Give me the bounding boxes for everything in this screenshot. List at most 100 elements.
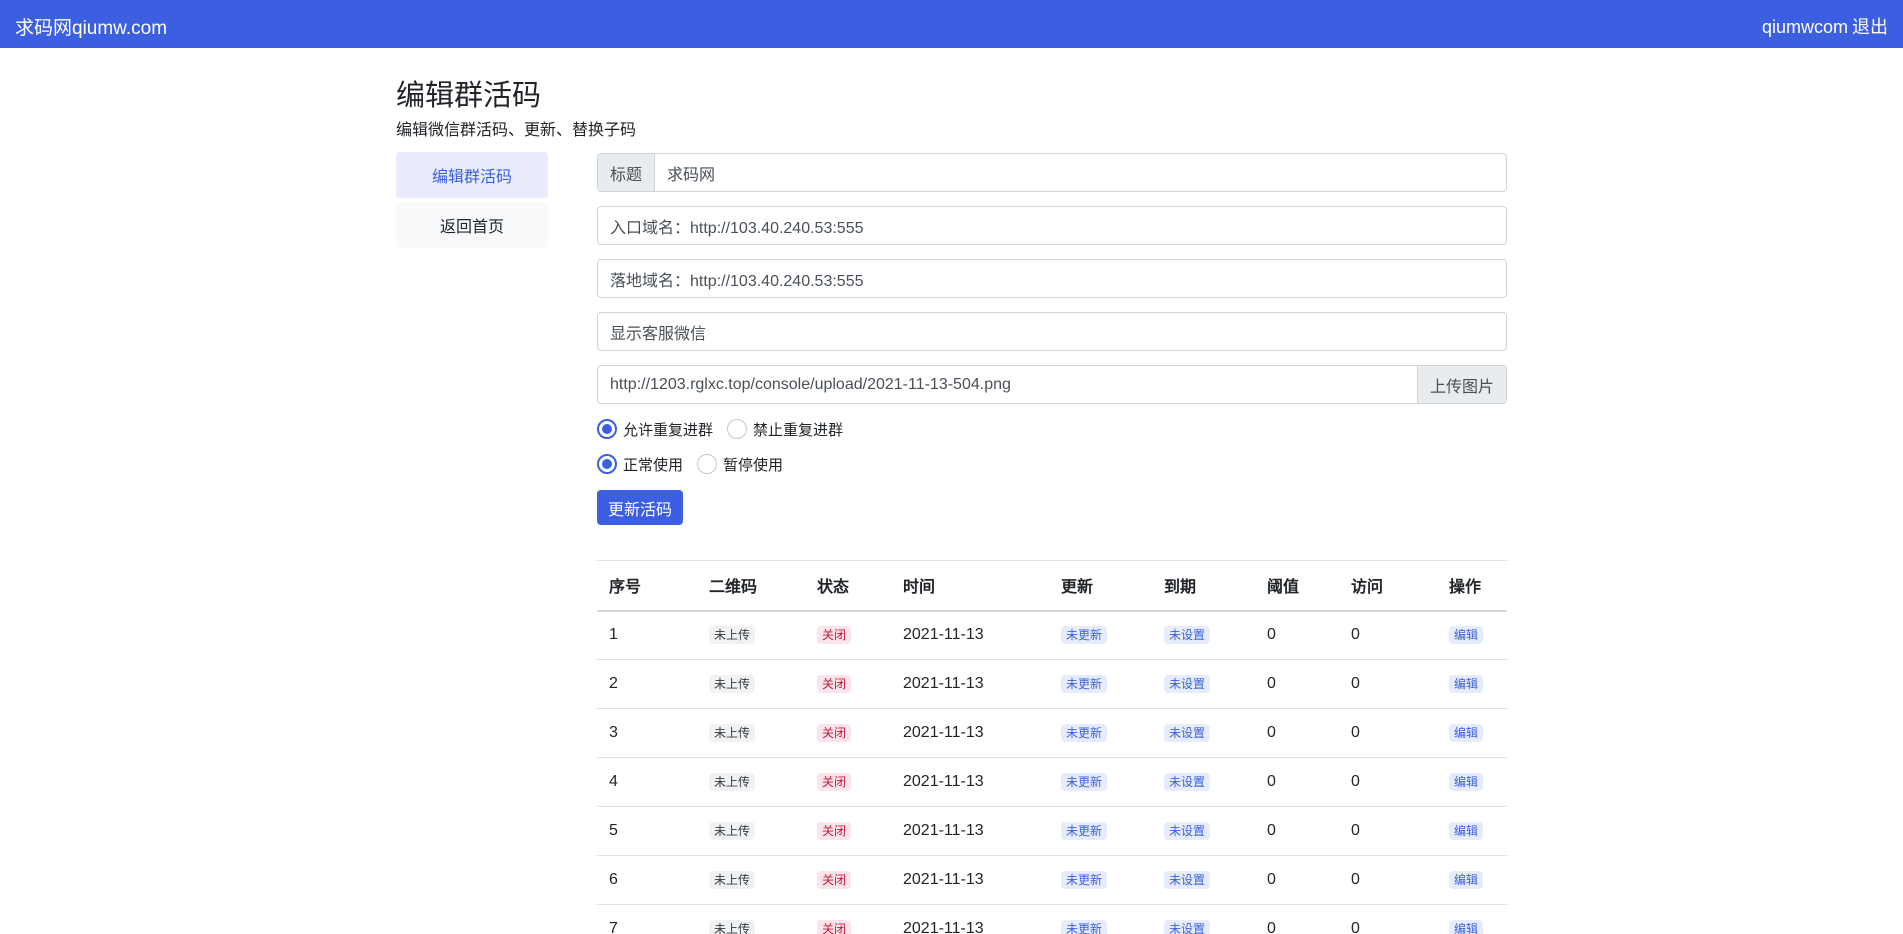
qr-cell: 未上传 xyxy=(697,610,805,660)
sidebar: 编辑群活码 返回首页 xyxy=(396,152,548,252)
col-header: 序号 xyxy=(597,560,697,612)
expire-cell: 未设置 xyxy=(1152,610,1255,660)
status-cell: 关闭 xyxy=(805,757,891,807)
edit-button[interactable]: 编辑 xyxy=(1449,919,1484,934)
expire-badge: 未设置 xyxy=(1164,674,1211,694)
visits-cell: 0 xyxy=(1339,757,1437,807)
table-row: 1 未上传 关闭 2021-11-13 未更新 未设置 0 0 编辑 xyxy=(597,610,1507,660)
logout-link[interactable]: 退出 xyxy=(1852,17,1888,37)
action-cell: 编辑 xyxy=(1437,659,1507,709)
brand-link[interactable]: 求码网qiumw.com xyxy=(15,13,167,40)
col-header: 更新 xyxy=(1049,560,1152,612)
radio-normal-use[interactable]: 正常使用 xyxy=(597,454,683,475)
visits-cell: 0 xyxy=(1339,806,1437,856)
table-row: 4 未上传 关闭 2021-11-13 未更新 未设置 0 0 编辑 xyxy=(597,757,1507,807)
qr-status-badge: 未上传 xyxy=(709,723,756,743)
col-header: 时间 xyxy=(891,560,1049,612)
row-number: 4 xyxy=(597,757,697,807)
edit-button[interactable]: 编辑 xyxy=(1449,626,1484,645)
radio-pause-use[interactable]: 暂停使用 xyxy=(697,454,783,475)
threshold-cell: 0 xyxy=(1255,806,1339,856)
row-number: 5 xyxy=(597,806,697,856)
status-cell: 关闭 xyxy=(805,610,891,660)
edit-button[interactable]: 编辑 xyxy=(1449,674,1484,694)
expire-badge: 未设置 xyxy=(1164,870,1211,890)
repeat-join-radio-group: 允许重复进群 禁止重复进群 xyxy=(597,418,1507,440)
sidebar-item-home[interactable]: 返回首页 xyxy=(396,202,548,248)
expire-badge: 未设置 xyxy=(1164,919,1211,934)
update-badge: 未更新 xyxy=(1061,723,1108,743)
expire-cell: 未设置 xyxy=(1152,855,1255,905)
image-url-input[interactable]: http://1203.rglxc.top/console/upload/202… xyxy=(598,366,1417,403)
status-badge: 关闭 xyxy=(817,674,852,694)
threshold-cell: 0 xyxy=(1255,855,1339,905)
table-row: 2 未上传 关闭 2021-11-13 未更新 未设置 0 0 编辑 xyxy=(597,659,1507,709)
expire-badge: 未设置 xyxy=(1164,821,1211,841)
time-cell: 2021-11-13 xyxy=(891,659,1049,709)
table-row: 3 未上传 关闭 2021-11-13 未更新 未设置 0 0 编辑 xyxy=(597,708,1507,758)
status-cell: 关闭 xyxy=(805,806,891,856)
edit-button[interactable]: 编辑 xyxy=(1449,821,1484,841)
update-code-button[interactable]: 更新活码 xyxy=(597,490,684,525)
qr-cell: 未上传 xyxy=(697,855,805,905)
status-badge: 关闭 xyxy=(817,772,852,792)
row-number: 3 xyxy=(597,708,697,758)
user-menu: qiumwcom 退出 xyxy=(1758,13,1888,39)
upload-image-button[interactable]: 上传图片 xyxy=(1416,366,1506,403)
qr-status-badge: 未上传 xyxy=(709,821,756,841)
status-badge: 关闭 xyxy=(817,870,852,890)
update-badge: 未更新 xyxy=(1061,626,1108,645)
col-header: 阈值 xyxy=(1255,560,1339,612)
title-input[interactable]: 求码网 xyxy=(655,154,1506,191)
update-badge: 未更新 xyxy=(1061,772,1108,792)
edit-button[interactable]: 编辑 xyxy=(1449,723,1484,743)
status-cell: 关闭 xyxy=(805,904,891,934)
title-input-group: 标题 求码网 xyxy=(597,153,1507,192)
action-cell: 编辑 xyxy=(1437,806,1507,856)
action-cell: 编辑 xyxy=(1437,855,1507,905)
entry-domain-input[interactable]: 入口域名：http://103.40.240.53:555 xyxy=(598,207,1506,244)
update-cell: 未更新 xyxy=(1049,708,1152,758)
threshold-cell: 0 xyxy=(1255,659,1339,709)
qr-status-badge: 未上传 xyxy=(709,919,756,934)
threshold-cell: 0 xyxy=(1255,757,1339,807)
threshold-cell: 0 xyxy=(1255,708,1339,758)
action-cell: 编辑 xyxy=(1437,708,1507,758)
table-row: 6 未上传 关闭 2021-11-13 未更新 未设置 0 0 编辑 xyxy=(597,855,1507,905)
qr-status-badge: 未上传 xyxy=(709,772,756,792)
radio-label: 正常使用 xyxy=(623,456,684,474)
radio-unchecked-icon xyxy=(727,419,748,439)
action-cell: 编辑 xyxy=(1437,610,1507,660)
status-badge: 关闭 xyxy=(817,919,852,934)
radio-allow-repeat[interactable]: 允许重复进群 xyxy=(597,419,713,440)
time-cell: 2021-11-13 xyxy=(891,855,1049,905)
update-cell: 未更新 xyxy=(1049,904,1152,934)
page-subtitle: 编辑微信群活码、更新、替换子码 xyxy=(396,122,637,139)
row-number: 7 xyxy=(597,904,697,934)
edit-button[interactable]: 编辑 xyxy=(1449,772,1484,792)
entry-domain-field: 入口域名：http://103.40.240.53:555 xyxy=(597,206,1507,245)
col-header: 二维码 xyxy=(697,560,805,612)
row-number: 1 xyxy=(597,610,697,660)
usage-status-radio-group: 正常使用 暂停使用 xyxy=(597,453,1507,475)
username[interactable]: qiumwcom xyxy=(1762,17,1848,37)
service-wechat-select[interactable]: 显示客服微信 xyxy=(598,313,1506,350)
qr-cell: 未上传 xyxy=(697,757,805,807)
radio-unchecked-icon xyxy=(697,454,718,474)
radio-checked-icon xyxy=(597,419,617,439)
sidebar-item-edit[interactable]: 编辑群活码 xyxy=(396,152,548,198)
landing-domain-input[interactable]: 落地域名：http://103.40.240.53:555 xyxy=(598,260,1506,297)
subcode-table: 序号 二维码 状态 时间 更新 到期 阈值 访问 操作 1 未上传 关闭 2021-1… xyxy=(597,560,1507,934)
action-cell: 编辑 xyxy=(1437,757,1507,807)
time-cell: 2021-11-13 xyxy=(891,904,1049,934)
status-badge: 关闭 xyxy=(817,626,852,645)
radio-forbid-repeat[interactable]: 禁止重复进群 xyxy=(727,419,843,440)
table-body: 1 未上传 关闭 2021-11-13 未更新 未设置 0 0 编辑 2 未上传 关闭 2021-11-… xyxy=(597,610,1507,934)
expire-badge: 未设置 xyxy=(1164,626,1211,645)
visits-cell: 0 xyxy=(1339,855,1437,905)
col-header: 访问 xyxy=(1339,560,1437,612)
edit-button[interactable]: 编辑 xyxy=(1449,870,1484,890)
radio-checked-icon xyxy=(597,454,617,474)
radio-label: 暂停使用 xyxy=(723,456,784,474)
time-cell: 2021-11-13 xyxy=(891,806,1049,856)
